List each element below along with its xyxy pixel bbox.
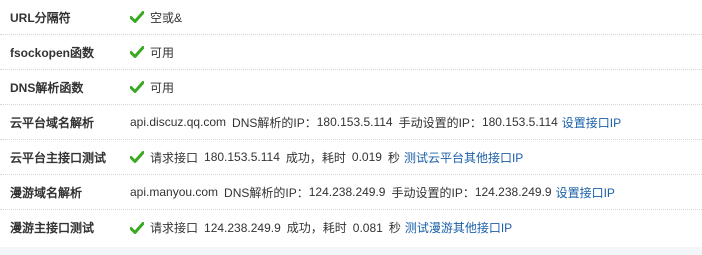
row-label: 漫游域名解析 [10, 185, 83, 200]
row-dns-function: DNS解析函数 可用 [0, 70, 702, 105]
request-ip: 124.238.249.9 [204, 220, 281, 235]
row-label: fsockopen函数 [10, 45, 95, 60]
row-value: api.discuz.qq.com DNS解析的IP： 180.153.5.11… [130, 114, 621, 131]
result-text: 成功，耗时 [285, 150, 346, 165]
row-cloud-main-test: 云平台主接口测试 请求接口 180.153.5.114 成功，耗时 0.019 … [0, 140, 702, 175]
row-label: URL分隔符 [10, 10, 71, 25]
row-value: 可用 [130, 79, 174, 96]
manual-ip-label: 手动设置的IP： [391, 185, 475, 200]
check-icon [130, 151, 144, 163]
dns-ip-label: DNS解析的IP： [224, 185, 309, 200]
dns-ip-label: DNS解析的IP： [232, 115, 317, 130]
request-label: 请求接口 [150, 150, 199, 165]
set-interface-ip-link[interactable]: 设置接口IP [562, 114, 621, 131]
host-name: api.manyou.com [130, 185, 219, 199]
request-ip: 180.153.5.114 [204, 150, 280, 164]
status-text: 可用 [150, 45, 175, 60]
manual-ip-value: 180.153.5.114 [481, 115, 558, 129]
request-label: 请求接口 [150, 221, 199, 235]
row-fsockopen: fsockopen函数 可用 [0, 35, 702, 70]
time-unit: 秒 [388, 221, 401, 235]
manual-ip-label: 手动设置的IP： [398, 115, 482, 130]
row-label: 漫游主接口测试 [10, 221, 95, 235]
row-value: 请求接口 124.238.249.9 成功，耗时 0.081 秒 测试漫游其他接… [130, 219, 512, 236]
row-value: 空或& [130, 9, 182, 26]
manual-ip-value: 124.238.249.9 [474, 185, 552, 199]
check-icon [130, 221, 144, 234]
elapsed-time: 0.081 [352, 220, 383, 235]
host-name: api.discuz.qq.com [130, 115, 227, 129]
check-icon [130, 81, 144, 93]
status-text: 可用 [150, 80, 175, 95]
environment-check-table: URL分隔符 空或& fsockopen函数 可用 DNS解析函数 可用 云平台… [0, 0, 702, 245]
row-manyou-dns: 漫游域名解析 api.manyou.com DNS解析的IP： 124.238.… [0, 175, 702, 210]
status-text: 空或& [150, 10, 183, 25]
row-manyou-main-test: 漫游主接口测试 请求接口 124.238.249.9 成功，耗时 0.081 秒… [0, 210, 702, 245]
result-text: 成功，耗时 [286, 221, 347, 235]
row-url-separator: URL分隔符 空或& [0, 0, 702, 35]
row-label: 云平台域名解析 [10, 115, 95, 130]
dns-ip-value: 124.238.249.9 [308, 185, 386, 199]
dns-ip-value: 180.153.5.114 [316, 115, 393, 129]
footer-strip [0, 247, 702, 255]
check-icon [130, 11, 144, 23]
row-cloud-dns: 云平台域名解析 api.discuz.qq.com DNS解析的IP： 180.… [0, 105, 702, 140]
row-label: 云平台主接口测试 [10, 150, 107, 165]
time-unit: 秒 [387, 150, 400, 165]
row-value: 可用 [130, 44, 174, 61]
test-cloud-other-ip-link[interactable]: 测试云平台其他接口IP [404, 149, 523, 166]
elapsed-time: 0.019 [351, 150, 382, 164]
row-label: DNS解析函数 [10, 80, 84, 95]
check-icon [130, 46, 144, 58]
row-value: api.manyou.com DNS解析的IP： 124.238.249.9 手… [130, 184, 615, 201]
test-manyou-other-ip-link[interactable]: 测试漫游其他接口IP [405, 219, 512, 236]
set-interface-ip-link[interactable]: 设置接口IP [556, 184, 615, 201]
row-value: 请求接口 180.153.5.114 成功，耗时 0.019 秒 测试云平台其他… [130, 149, 523, 166]
